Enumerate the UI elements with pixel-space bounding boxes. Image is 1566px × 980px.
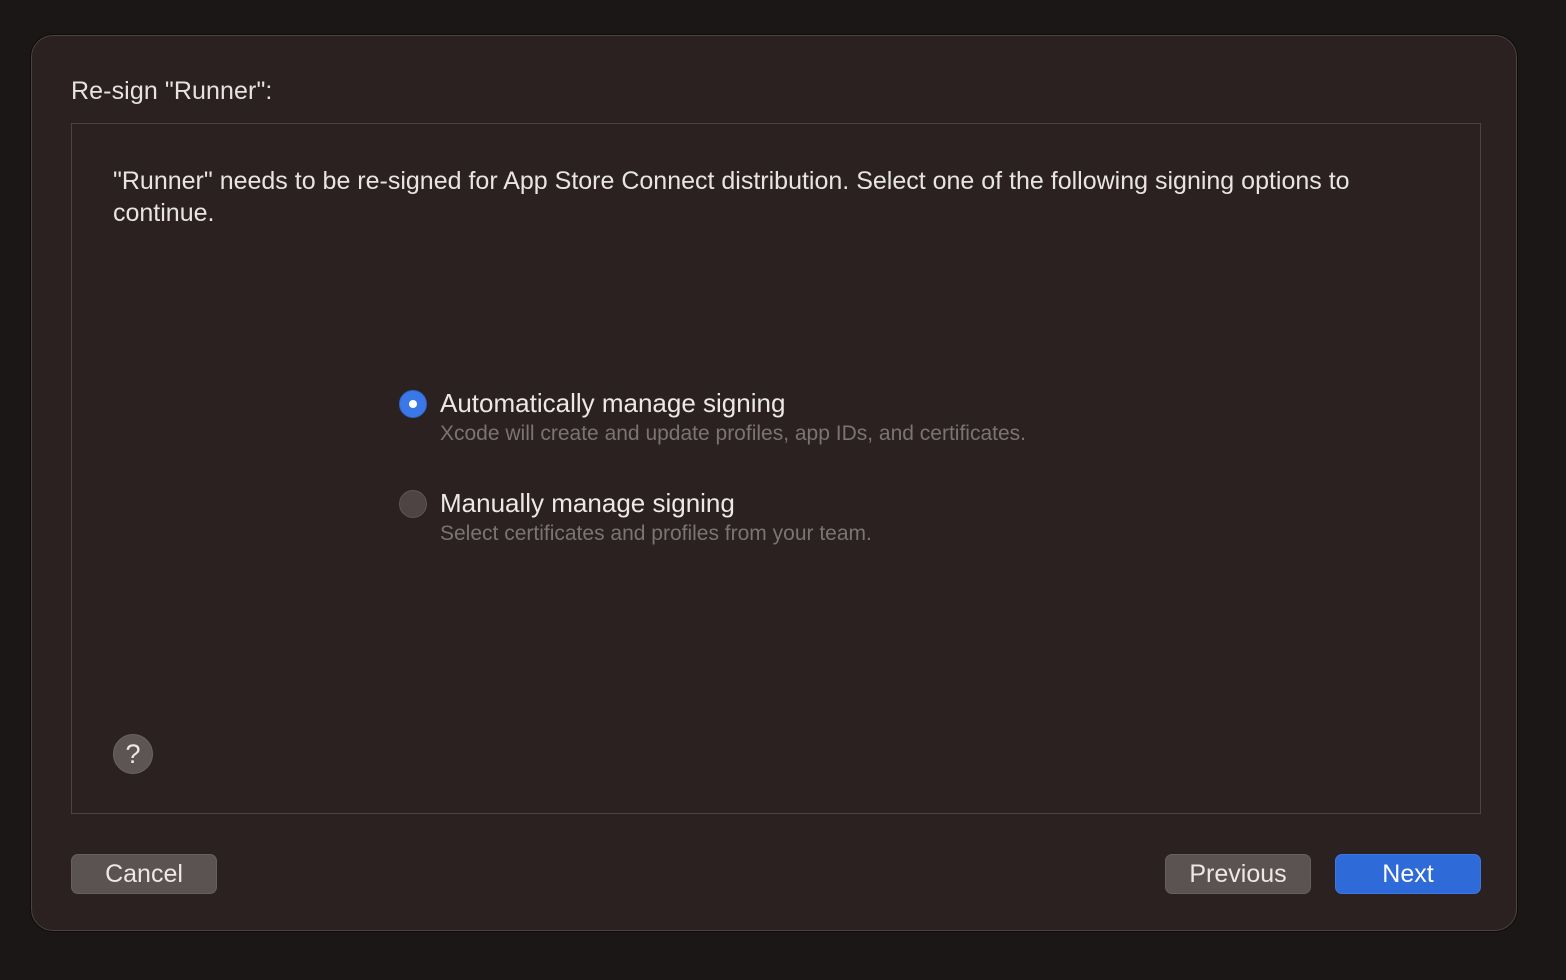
option-automatic-label[interactable]: Automatically manage signing: [440, 388, 785, 419]
description-text: "Runner" needs to be re-signed for App S…: [113, 167, 1350, 227]
option-manual-label[interactable]: Manually manage signing: [440, 488, 735, 519]
sheet-title: Re-sign "Runner":: [71, 77, 273, 105]
option-automatic-sublabel: Xcode will create and update profiles, a…: [440, 422, 1026, 445]
help-button[interactable]: ?: [113, 734, 153, 774]
cancel-button[interactable]: Cancel: [71, 854, 217, 894]
option-manual-sublabel: Select certificates and profiles from yo…: [440, 522, 872, 545]
resign-sheet: Re-sign "Runner": "Runner" needs to be r…: [31, 35, 1517, 931]
next-button[interactable]: Next: [1335, 854, 1481, 894]
previous-button[interactable]: Previous: [1165, 854, 1311, 894]
radio-automatic-signing[interactable]: [399, 390, 427, 418]
radio-manual-signing[interactable]: [399, 490, 427, 518]
radio-selected-dot: [409, 400, 417, 408]
options-panel: "Runner" needs to be re-signed for App S…: [71, 123, 1481, 814]
question-mark-icon: ?: [125, 739, 141, 769]
